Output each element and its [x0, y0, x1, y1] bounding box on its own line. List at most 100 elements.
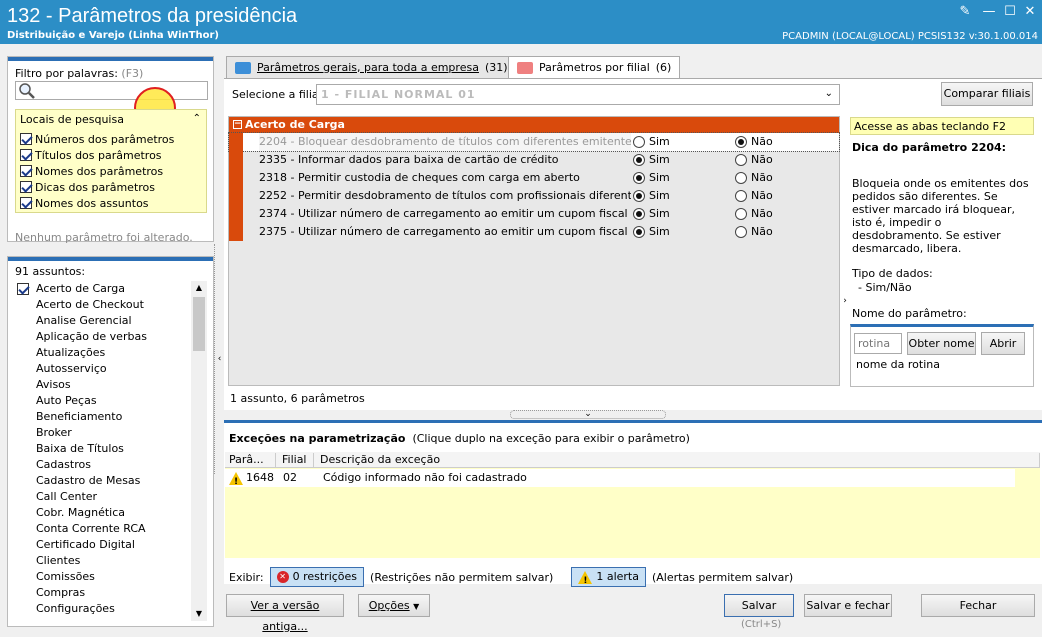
close-window-button[interactable]: ✕	[1020, 4, 1040, 22]
scroll-down-icon[interactable]: ▼	[191, 607, 207, 621]
old-version-button[interactable]: Ver a versão antiga...	[226, 594, 344, 633]
radio-no[interactable]	[735, 154, 747, 166]
help-title: Dica do parâmetro 2204:	[852, 141, 1007, 154]
tab-general-params[interactable]: Parâmetros gerais, para toda a empresa (…	[226, 56, 517, 78]
subject-item[interactable]: Conta Corrente RCA	[15, 521, 187, 537]
option-param-numbers[interactable]: Números dos parâmetros	[20, 131, 174, 147]
subject-item[interactable]: Aplicação de verbas	[15, 329, 187, 345]
subject-item[interactable]: Certificado Digital	[15, 537, 187, 553]
save-close-button[interactable]: Salvar e fechar	[804, 594, 892, 617]
window-title: 132 - Parâmetros da presidência	[7, 5, 298, 27]
subject-item[interactable]: Acerto de Checkout	[15, 297, 187, 313]
subject-item[interactable]: Broker	[15, 425, 187, 441]
subject-item[interactable]: Call Center	[15, 489, 187, 505]
param-row[interactable]: 2252 - Permitir desdobramento de títulos…	[229, 187, 839, 205]
filial-select[interactable]: 1 - FILIAL NORMAL 01 ⌄	[316, 84, 840, 105]
subjects-box: 91 assuntos: Acerto de Carga Acerto de Ch…	[7, 256, 214, 627]
subject-item[interactable]: Cadastro de Mesas	[15, 473, 187, 489]
subject-item[interactable]: Comissões	[15, 569, 187, 585]
table-row[interactable]: 1648 02 Código informado não foi cadastr…	[225, 469, 1015, 491]
save-button[interactable]: Salvar	[724, 594, 794, 617]
rotina-name: nome da rotina	[856, 358, 940, 371]
scroll-up-icon[interactable]: ▲	[191, 281, 207, 295]
subject-item[interactable]: Cadastros	[15, 457, 187, 473]
help-panel: Acesse as abas teclando F2 Dica do parâm…	[850, 117, 1036, 387]
subjects-scrollbar[interactable]: ▲ ▼	[191, 281, 207, 621]
radio-no[interactable]	[735, 208, 747, 220]
param-row[interactable]: 2204 - Bloquear desdobramento de títulos…	[228, 132, 840, 152]
subject-item[interactable]: Baixa de Títulos	[15, 441, 187, 457]
alerts-toggle[interactable]: 1 alerta	[571, 567, 646, 590]
right-splitter[interactable]: ›	[840, 286, 850, 316]
checkbox[interactable]	[17, 283, 29, 295]
col-filial[interactable]: Filial	[278, 453, 314, 467]
checkbox[interactable]	[20, 149, 32, 161]
radio-yes[interactable]	[633, 208, 645, 220]
radio-no[interactable]	[735, 190, 747, 202]
get-name-button[interactable]: Obter nome	[907, 332, 976, 355]
restrictions-toggle[interactable]: ✕ 0 restrições	[269, 567, 365, 587]
subject-item[interactable]: Autosserviço	[15, 361, 187, 377]
param-row[interactable]: 2375 - Utilizar número de carregamento a…	[229, 223, 839, 241]
close-button[interactable]: Fechar	[921, 594, 1035, 617]
checkbox[interactable]	[20, 165, 32, 177]
option-param-tips[interactable]: Dicas dos parâmetros	[20, 179, 155, 195]
row-gutter	[229, 169, 243, 187]
subject-item[interactable]: Analise Gerencial	[15, 313, 187, 329]
param-name-box: Obter nome Abrir nome da rotina	[850, 324, 1034, 387]
radio-yes[interactable]	[633, 226, 645, 238]
connection-info: PCADMIN (LOCAL@LOCAL) PCSIS132 v:30.1.00…	[782, 31, 1038, 42]
checkbox[interactable]	[20, 181, 32, 193]
edit-icon[interactable]: ✎	[955, 4, 975, 22]
maximize-button[interactable]: ☐	[1000, 4, 1020, 22]
param-row[interactable]: 2318 - Permitir custodia de cheques com …	[229, 169, 839, 187]
param-row[interactable]: 2335 - Informar dados para baixa de cart…	[229, 151, 839, 169]
checkbox[interactable]	[20, 197, 32, 209]
col-param[interactable]: Parâ...	[225, 453, 276, 467]
open-button[interactable]: Abrir	[981, 332, 1025, 355]
collapse-toggle-icon[interactable]: −	[233, 120, 242, 129]
options-button[interactable]: Opções ▼	[358, 594, 430, 617]
subject-item[interactable]: Configurações	[15, 601, 187, 617]
row-gutter	[229, 223, 243, 241]
col-description[interactable]: Descrição da exceção	[316, 453, 1040, 467]
tab-branch-params[interactable]: Parâmetros por filial (6)	[508, 56, 681, 79]
option-param-names[interactable]: Nomes dos parâmetros	[20, 163, 163, 179]
subject-item[interactable]: Clientes	[15, 553, 187, 569]
left-splitter[interactable]: ‹	[214, 244, 224, 474]
option-param-titles[interactable]: Títulos dos parâmetros	[20, 147, 162, 163]
chevron-down-icon[interactable]: ⌄	[825, 88, 833, 99]
radio-no[interactable]	[735, 136, 747, 148]
compare-branches-button[interactable]: Comparar filiais	[941, 82, 1033, 106]
scroll-thumb[interactable]	[193, 297, 205, 351]
collapse-icon[interactable]: ⌃	[193, 113, 201, 124]
param-row[interactable]: 2374 - Utilizar número de carregamento a…	[229, 205, 839, 223]
subject-item[interactable]: Auto Peças	[15, 393, 187, 409]
search-input[interactable]	[15, 81, 208, 100]
subject-item[interactable]: Atualizações	[15, 345, 187, 361]
group-header[interactable]: − Acerto de Carga	[229, 117, 839, 133]
radio-no-label: Não	[751, 135, 773, 148]
checkbox[interactable]	[20, 133, 32, 145]
dropdown-arrow-icon: ▼	[413, 602, 420, 611]
subject-item[interactable]: Beneficiamento	[15, 409, 187, 425]
radio-yes[interactable]	[633, 136, 645, 148]
horizontal-splitter[interactable]: ⌄	[510, 410, 666, 419]
option-subject-names[interactable]: Nomes dos assuntos	[20, 195, 149, 211]
minimize-button[interactable]: —	[979, 4, 999, 22]
radio-yes[interactable]	[633, 172, 645, 184]
radio-yes[interactable]	[633, 190, 645, 202]
search-locations-panel: Locais de pesquisa ⌃ Números dos parâmet…	[15, 109, 207, 213]
filter-label: Filtro por palavras: (F3)	[15, 67, 144, 80]
radio-yes[interactable]	[633, 154, 645, 166]
subject-item[interactable]: Acerto de Carga	[15, 281, 187, 297]
parameters-grid: − Acerto de Carga 2204 - Bloquear desdob…	[228, 116, 840, 386]
radio-no[interactable]	[735, 172, 747, 184]
subject-item[interactable]: Avisos	[15, 377, 187, 393]
radio-no[interactable]	[735, 226, 747, 238]
grid-status: 1 assunto, 6 parâmetros	[230, 392, 365, 405]
subject-item[interactable]: Cobr. Magnética	[15, 505, 187, 521]
rotina-input[interactable]	[854, 333, 902, 354]
radio-yes-label: Sim	[649, 171, 670, 184]
subject-item[interactable]: Compras	[15, 585, 187, 601]
